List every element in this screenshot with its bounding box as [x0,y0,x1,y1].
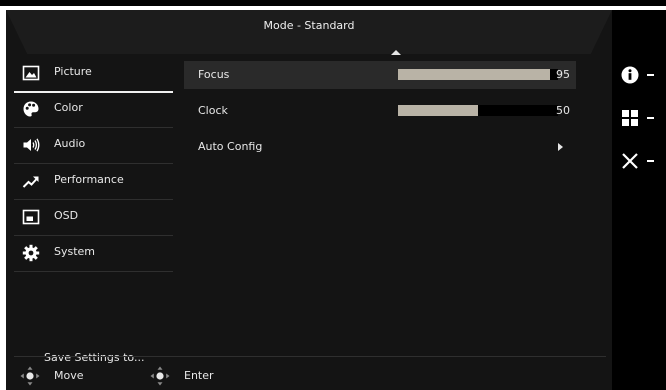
sidebar-item-system[interactable]: System [14,235,173,272]
info-key-dash [647,74,654,76]
clock-row[interactable]: Clock 50 [184,97,576,125]
clock-slider-fill [398,105,478,116]
sidebar-item-label: Color [54,101,83,114]
sidebar-item-audio[interactable]: Audio [14,127,173,164]
focus-label: Focus [198,68,230,81]
enter-label: Enter [184,369,214,382]
close-key[interactable] [620,150,662,172]
trend-arrow-icon [22,176,39,188]
palette-icon [23,101,39,117]
sidebar-item-color[interactable]: Color [14,91,173,128]
focus-value: 95 [556,68,570,81]
sidebar-item-label: OSD [54,209,79,222]
clock-slider[interactable] [398,105,558,116]
chevron-right-icon [558,143,563,151]
menu-key[interactable] [620,107,662,129]
move-dpad-icon [20,366,40,386]
sidebar-item-label: Picture [54,65,92,78]
auto-config-row[interactable]: Auto Config [184,133,576,161]
sidebar-item-label: Performance [54,173,124,186]
picture-icon [22,65,40,81]
focus-slider-fill [398,69,550,80]
sidebar-item-performance[interactable]: Performance [14,163,173,200]
scroll-up-icon[interactable] [391,50,401,55]
focus-row[interactable]: Focus 95 [184,61,576,89]
info-icon [621,66,639,84]
save-settings-button[interactable]: Save Settings to... [44,351,144,364]
speaker-icon [23,138,40,152]
top-border [0,0,666,6]
enter-dpad-icon [150,366,170,386]
sidebar-item-osd[interactable]: OSD [14,199,173,236]
osd-menu: Mode - Standard Picture Color Audio Perf… [6,10,612,390]
focus-slider[interactable] [398,69,558,80]
menu-grid-icon [622,110,638,126]
osd-header: Mode - Standard [6,10,612,54]
osd-window-icon [22,209,40,225]
sidebar-item-label: Audio [54,137,86,150]
clock-value: 50 [556,104,570,117]
mode-title: Mode - Standard [263,19,355,32]
close-key-dash [647,160,654,162]
info-key[interactable] [620,64,662,86]
sidebar-item-picture[interactable]: Picture [14,55,173,93]
close-icon [622,153,638,169]
clock-label: Clock [198,104,228,117]
hotkey-panel [612,10,666,390]
sidebar-item-label: System [54,245,96,258]
move-label: Move [54,369,84,382]
menu-key-dash [647,117,654,119]
gear-icon [22,244,40,262]
footer-divider [14,356,606,357]
auto-config-label: Auto Config [198,140,263,153]
